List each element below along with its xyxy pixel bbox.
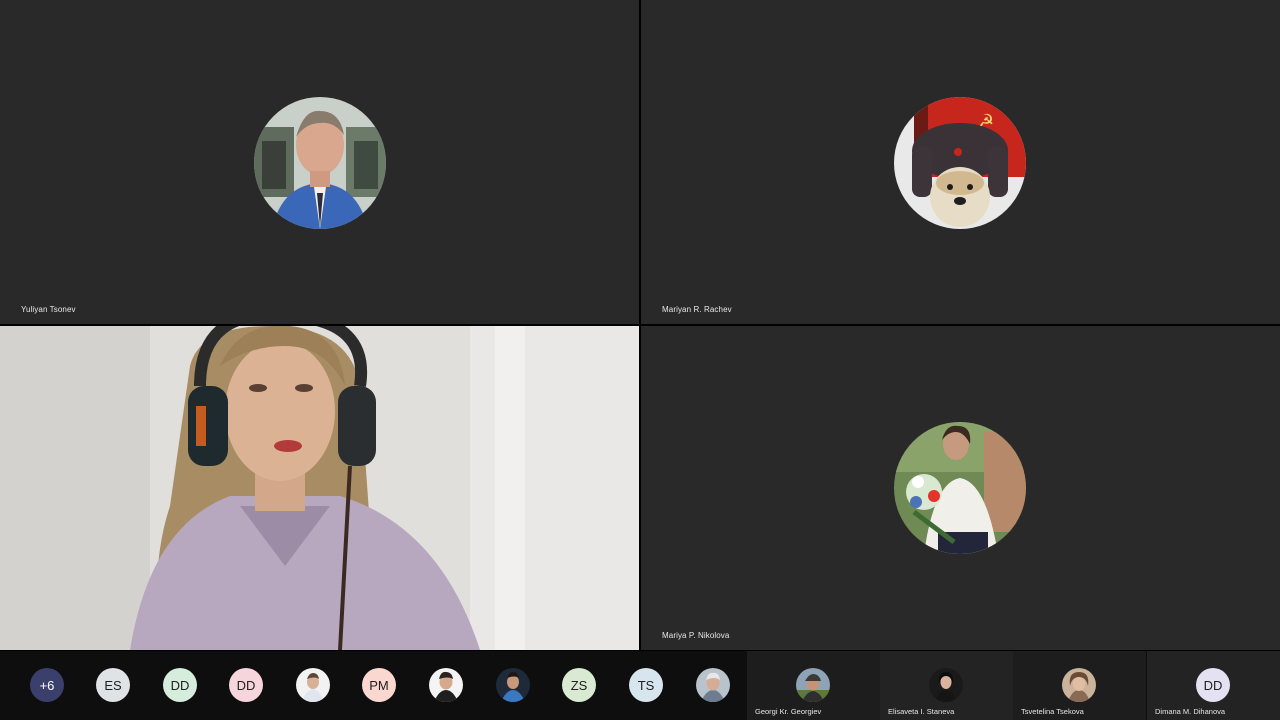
avatar-photo-icon xyxy=(496,668,530,702)
participant-name-label: Elisaveta I. Staneva xyxy=(888,707,955,716)
participant-initials-avatar: DD xyxy=(1196,668,1230,702)
participant-name-label: Dimana M. Dihanova xyxy=(1155,707,1226,716)
avatar-photo-icon xyxy=(429,668,463,702)
participant-name-label: Tsvetelina Tsekova xyxy=(1021,707,1084,716)
participant-photo-avatar[interactable] xyxy=(429,668,463,702)
participant-panel[interactable]: Georgi Kr. Georgiev xyxy=(747,651,880,720)
participant-panel[interactable]: DD Dimana M. Dihanova xyxy=(1147,651,1280,720)
participant-tile-video[interactable] xyxy=(0,326,639,650)
participant-name-label: Yuliyan Tsonev xyxy=(21,305,76,314)
participant-strip: +6 ES DD DD PM ZS TS xyxy=(0,651,746,720)
participant-tile-mariya[interactable]: Mariya P. Nikolova xyxy=(641,326,1280,650)
avatar-photo-icon xyxy=(894,422,1026,554)
participant-name-label: Mariya P. Nikolova xyxy=(662,631,730,640)
camera-video-feed xyxy=(0,326,639,650)
more-participants-button[interactable]: +6 xyxy=(30,668,64,702)
participant-initials-avatar[interactable]: ZS xyxy=(562,668,596,702)
avatar-photo-icon xyxy=(929,668,963,702)
participant-panel[interactable]: Tsvetelina Tsekova xyxy=(1013,651,1146,720)
participant-initials-avatar[interactable]: TS xyxy=(629,668,663,702)
participant-panel[interactable]: Elisaveta I. Staneva xyxy=(880,651,1013,720)
participant-initials-avatar[interactable]: DD xyxy=(229,668,263,702)
avatar-photo-icon xyxy=(254,97,386,229)
participant-photo-avatar[interactable] xyxy=(296,668,330,702)
participant-tile-yuliyan[interactable]: Yuliyan Tsonev xyxy=(0,0,639,324)
participant-initials-avatar[interactable]: DD xyxy=(163,668,197,702)
avatar-photo-icon: ☭ xyxy=(894,97,1026,229)
participant-name-label: Georgi Kr. Georgiev xyxy=(755,707,822,716)
participant-photo-avatar[interactable] xyxy=(496,668,530,702)
participant-initials-avatar[interactable]: ES xyxy=(96,668,130,702)
avatar-photo-icon xyxy=(696,668,730,702)
participant-bar: +6 ES DD DD PM ZS TS Georgi Kr. Georgiev… xyxy=(0,651,1280,720)
avatar-photo-icon xyxy=(1062,668,1096,702)
participant-tile-mariyan[interactable]: ☭ Mariyan R. Rachev xyxy=(641,0,1280,324)
participant-photo-avatar[interactable] xyxy=(696,668,730,702)
avatar-photo-icon xyxy=(796,668,830,702)
avatar-photo-icon xyxy=(296,668,330,702)
participant-initials-avatar[interactable]: PM xyxy=(362,668,396,702)
participant-name-label: Mariyan R. Rachev xyxy=(662,305,732,314)
